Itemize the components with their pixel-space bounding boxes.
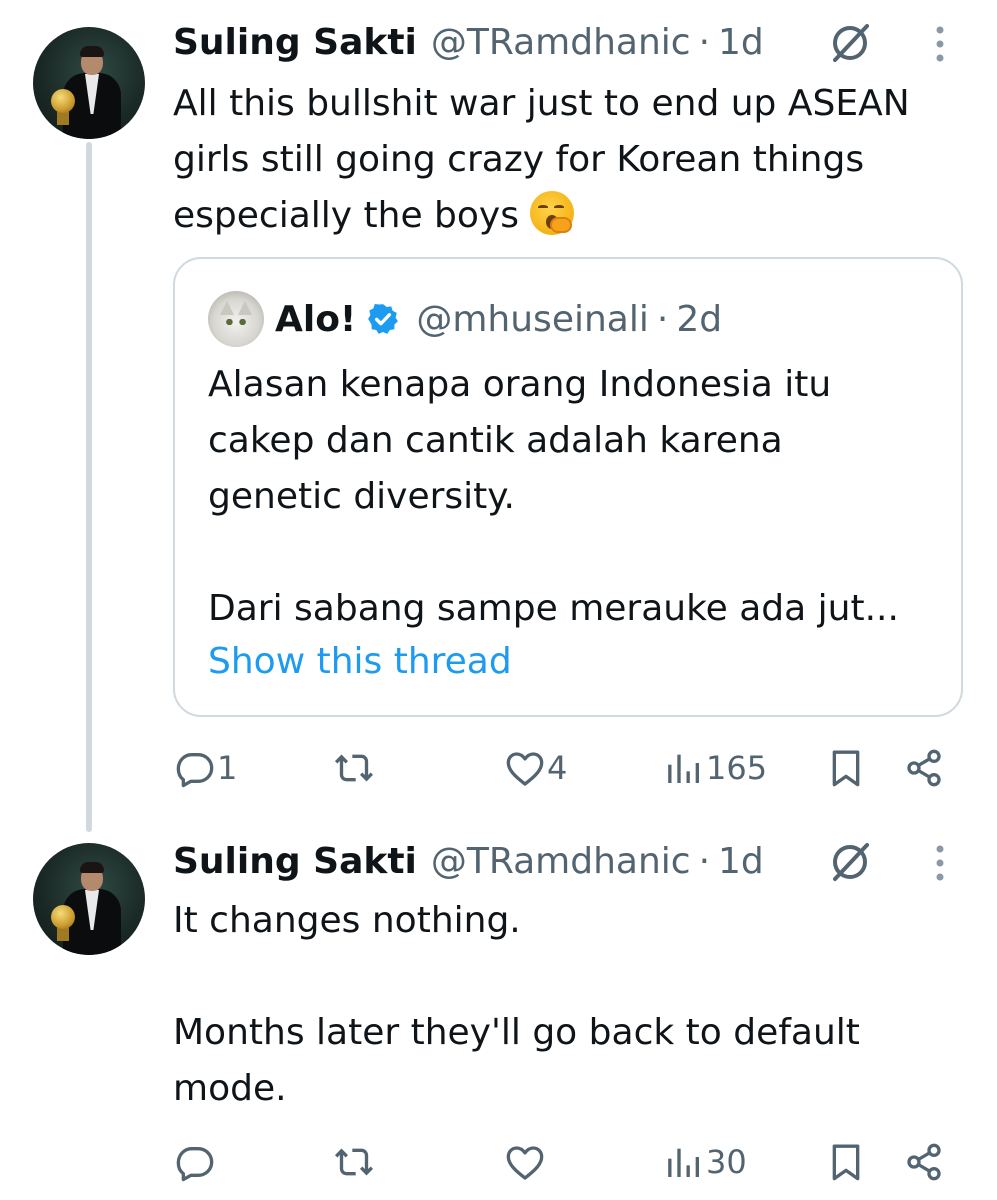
- avatar[interactable]: [33, 843, 145, 955]
- tweet-time[interactable]: 1d: [718, 20, 764, 66]
- bookmark-icon: [832, 1144, 860, 1181]
- author-handle[interactable]: @TRamdhanic: [431, 20, 691, 66]
- grok-icon[interactable]: [826, 19, 874, 67]
- reply-icon: [176, 1147, 214, 1182]
- reply-count: 1: [217, 749, 238, 787]
- bookmark-button[interactable]: [826, 748, 866, 788]
- views-count: 30: [706, 1143, 747, 1181]
- tweet-text: It changes nothing. Months later they'll…: [173, 900, 860, 1109]
- reply-icon: [176, 753, 214, 788]
- tweet-header: Suling Sakti @TRamdhanic · 1d: [173, 20, 764, 66]
- views-button[interactable]: 30: [664, 1142, 747, 1182]
- tweet-time[interactable]: 1d: [718, 839, 764, 885]
- yawning-face-icon: [530, 191, 575, 235]
- repost-button[interactable]: [334, 748, 376, 788]
- quote-header: Alo! @mhuseinali · 2d: [275, 291, 722, 347]
- repost-button[interactable]: [334, 1142, 376, 1182]
- quote-tweet[interactable]: Alo! @mhuseinali · 2d Alasan kenapa oran…: [173, 257, 963, 717]
- bookmark-button[interactable]: [826, 1142, 866, 1182]
- like-icon: [506, 1146, 544, 1180]
- grok-icon[interactable]: [826, 838, 874, 886]
- avatar[interactable]: [33, 27, 145, 139]
- repost-icon: [335, 1148, 373, 1176]
- reply-button[interactable]: 1: [175, 748, 237, 788]
- author-name[interactable]: Suling Sakti: [173, 839, 417, 885]
- tweet-text: All this bullshit war just to end up ASE…: [173, 76, 963, 244]
- show-thread-link[interactable]: Show this thread: [208, 639, 512, 685]
- separator-dot: ·: [698, 22, 711, 63]
- bookmark-icon: [832, 750, 860, 787]
- like-count: 4: [547, 749, 568, 787]
- more-icon[interactable]: [933, 843, 947, 883]
- views-icon: [668, 754, 699, 783]
- like-button[interactable]: [505, 1142, 547, 1182]
- more-icon[interactable]: [933, 24, 947, 64]
- tweet-1[interactable]: Suling Sakti @TRamdhanic · 1d All this b…: [0, 0, 997, 832]
- quote-author-handle[interactable]: @mhuseinali: [416, 299, 649, 340]
- separator-dot: ·: [698, 841, 711, 882]
- repost-icon: [335, 754, 373, 782]
- thread-line: [86, 142, 92, 832]
- tweet-header: Suling Sakti @TRamdhanic · 1d: [173, 839, 764, 885]
- author-handle[interactable]: @TRamdhanic: [431, 839, 691, 885]
- quote-separator-dot: ·: [656, 298, 669, 340]
- views-count: 165: [706, 749, 768, 787]
- reply-button[interactable]: [175, 1142, 217, 1182]
- quote-text: Alasan kenapa orang Indonesia itu cakep …: [208, 364, 899, 629]
- like-button[interactable]: 4: [505, 748, 567, 788]
- share-icon: [907, 749, 941, 787]
- tweet-2[interactable]: Suling Sakti @TRamdhanic · 1d It changes…: [0, 826, 997, 1200]
- quote-author-name[interactable]: Alo!: [275, 299, 356, 340]
- quote-avatar[interactable]: [208, 291, 264, 347]
- share-button[interactable]: [904, 748, 944, 788]
- author-name[interactable]: Suling Sakti: [173, 20, 417, 66]
- views-button[interactable]: 165: [664, 748, 767, 788]
- share-icon: [907, 1143, 941, 1181]
- like-icon: [506, 752, 544, 786]
- quote-time[interactable]: 2d: [676, 299, 722, 340]
- views-icon: [668, 1148, 699, 1177]
- share-button[interactable]: [904, 1142, 944, 1182]
- verified-icon: [368, 303, 399, 334]
